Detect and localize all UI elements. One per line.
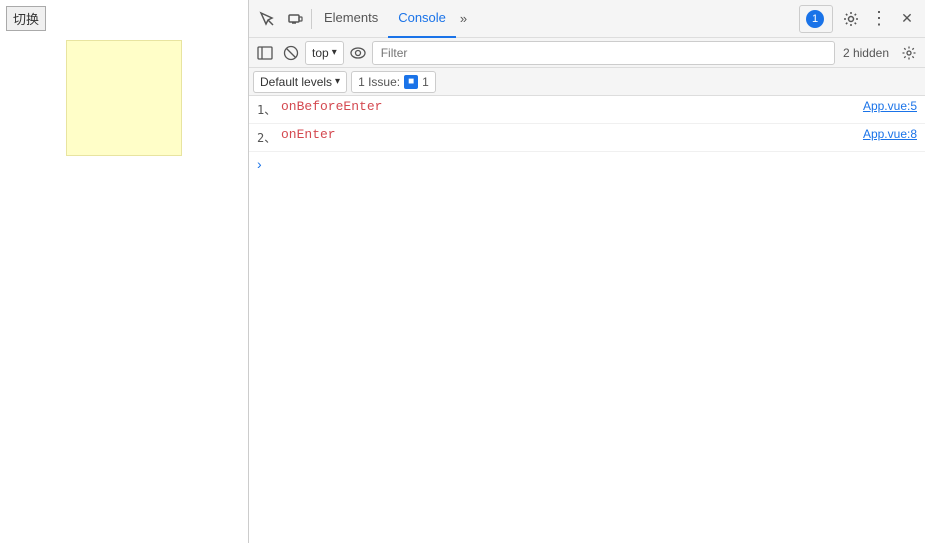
inspect-icon[interactable] bbox=[253, 5, 281, 33]
console-entry-2: 2、 onEnter App.vue:8 bbox=[249, 124, 925, 152]
settings-icon[interactable] bbox=[837, 5, 865, 33]
webpage-area: 切换 bbox=[0, 0, 248, 543]
devtools-toolbar: Elements Console » 1 ⋮ ✕ bbox=[249, 0, 925, 38]
console-clear-button[interactable] bbox=[279, 41, 303, 65]
switch-button[interactable]: 切换 bbox=[6, 6, 46, 31]
console-prompt-row: › bbox=[249, 152, 925, 176]
log-levels-toolbar: Default levels ▾ 1 Issue: ■ 1 bbox=[249, 68, 925, 96]
devtools-panel: Elements Console » 1 ⋮ ✕ bbox=[248, 0, 925, 543]
filter-input[interactable] bbox=[372, 41, 835, 65]
tab-console[interactable]: Console bbox=[388, 0, 456, 38]
entry-text-1: onBeforeEnter bbox=[281, 99, 855, 114]
notification-badge-container[interactable]: 1 bbox=[799, 5, 833, 33]
console-prompt-icon[interactable]: › bbox=[257, 156, 262, 172]
context-selector[interactable]: top ▾ bbox=[305, 41, 344, 65]
entry-number-2: 2、 bbox=[257, 127, 277, 146]
log-level-dropdown[interactable]: Default levels ▾ bbox=[253, 71, 347, 93]
context-arrow: ▾ bbox=[332, 47, 337, 58]
console-sidebar-toggle[interactable] bbox=[253, 41, 277, 65]
eye-icon[interactable] bbox=[346, 41, 370, 65]
more-tabs-button[interactable]: » bbox=[456, 0, 471, 38]
issue-icon: ■ bbox=[404, 75, 418, 89]
context-label: top bbox=[312, 46, 329, 60]
yellow-box bbox=[66, 40, 182, 156]
console-entry-1: 1、 onBeforeEnter App.vue:5 bbox=[249, 96, 925, 124]
hidden-count: 2 hidden bbox=[837, 46, 895, 60]
log-level-label: Default levels bbox=[260, 75, 332, 89]
issues-label: 1 Issue: bbox=[358, 75, 400, 89]
issues-badge[interactable]: 1 Issue: ■ 1 bbox=[351, 71, 436, 93]
notification-count: 1 bbox=[806, 10, 824, 28]
issues-count: 1 bbox=[422, 75, 429, 89]
entry-source-2[interactable]: App.vue:8 bbox=[863, 127, 917, 141]
console-settings-icon[interactable] bbox=[897, 41, 921, 65]
more-options-icon[interactable]: ⋮ bbox=[865, 5, 893, 33]
log-level-arrow: ▾ bbox=[335, 76, 340, 87]
entry-number-1: 1、 bbox=[257, 99, 277, 118]
console-toolbar: top ▾ 2 hidden bbox=[249, 38, 925, 68]
tab-elements[interactable]: Elements bbox=[314, 0, 388, 38]
console-output: 1、 onBeforeEnter App.vue:5 2、 onEnter Ap… bbox=[249, 96, 925, 543]
close-icon[interactable]: ✕ bbox=[893, 5, 921, 33]
entry-text-2: onEnter bbox=[281, 127, 855, 142]
toolbar-divider bbox=[311, 9, 312, 29]
device-toggle-icon[interactable] bbox=[281, 5, 309, 33]
entry-source-1[interactable]: App.vue:5 bbox=[863, 99, 917, 113]
